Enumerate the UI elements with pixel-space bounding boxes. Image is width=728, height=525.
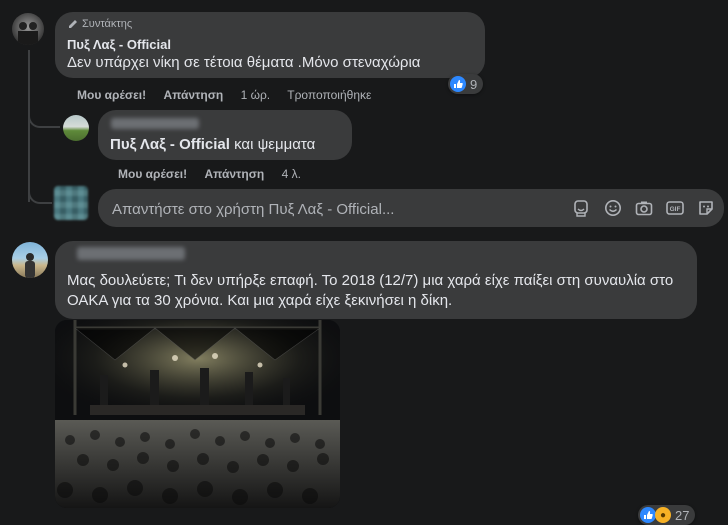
comment-author[interactable]: Πυξ Λαξ - Official <box>67 37 171 52</box>
gif-icon[interactable]: GIF <box>666 199 684 217</box>
reaction-summary[interactable]: ● 27 <box>638 505 696 525</box>
reaction-count: 9 <box>470 76 478 92</box>
reply-button[interactable]: Απάντηση <box>163 88 223 102</box>
svg-text:GIF: GIF <box>670 206 681 213</box>
comment-actions: Μου αρέσει! Απάντηση 1 ώρ. Τροποποιήθηκε <box>77 88 385 102</box>
comment-text: Δεν υπάρχει νίκη σε τέτοια θέματα .Μόνο … <box>67 54 421 71</box>
reaction-count: 27 <box>675 507 690 523</box>
like-button[interactable]: Μου αρέσει! <box>118 167 187 181</box>
wow-reaction-icon: ● <box>655 507 671 523</box>
reply-text: Πυξ Λαξ - Official και ψεμματα <box>110 135 315 155</box>
thread-connector <box>28 100 60 128</box>
reply-body: και ψεμματα <box>234 136 316 153</box>
person-photo-icon <box>25 253 35 278</box>
reply-actions: Μου αρέσει! Απάντηση 4 λ. <box>118 167 315 181</box>
like-reaction-icon <box>640 507 656 523</box>
reply-input[interactable] <box>110 198 514 220</box>
avatar[interactable] <box>12 13 44 45</box>
author-badge: Συντάκτης <box>67 18 132 30</box>
current-user-avatar[interactable] <box>54 186 88 220</box>
timestamp[interactable]: 4 λ. <box>282 167 301 181</box>
reaction-summary[interactable]: 9 <box>448 74 484 94</box>
redacted-name <box>111 118 199 129</box>
comment-photo[interactable] <box>55 320 340 508</box>
comment-text: Μας δουλεύετε; Τι δεν υπήρξε επαφή. Το 2… <box>67 272 674 309</box>
reply-button[interactable]: Απάντηση <box>204 167 264 181</box>
pencil-icon <box>69 20 77 28</box>
sticker-avatar-icon[interactable] <box>572 199 590 217</box>
badge-label: Συντάκτης <box>82 18 133 30</box>
thread-connector <box>28 176 52 204</box>
like-reaction-icon <box>450 76 466 92</box>
like-button[interactable]: Μου αρέσει! <box>77 88 146 102</box>
avatar[interactable] <box>12 242 48 278</box>
avatar[interactable] <box>63 115 89 141</box>
camera-icon[interactable] <box>635 199 653 217</box>
comment-bubble: Μας δουλεύετε; Τι δεν υπήρξε επαφή. Το 2… <box>55 241 697 319</box>
sticker-icon[interactable] <box>697 199 715 217</box>
edited-label[interactable]: Τροποποιήθηκε <box>287 88 371 102</box>
band-photo-icon <box>18 22 38 45</box>
comment-bubble: Συντάκτης Πυξ Λαξ - Official Δεν υπάρχει… <box>55 12 485 78</box>
emoji-icon[interactable] <box>604 199 622 217</box>
timestamp[interactable]: 1 ώρ. <box>241 88 271 102</box>
reply-input-bar: GIF <box>98 189 724 227</box>
concert-photo-icon <box>55 320 340 508</box>
mention-link[interactable]: Πυξ Λαξ - Official <box>110 136 230 153</box>
reply-bubble: Πυξ Λαξ - Official και ψεμματα <box>98 110 352 160</box>
redacted-name <box>77 247 185 260</box>
